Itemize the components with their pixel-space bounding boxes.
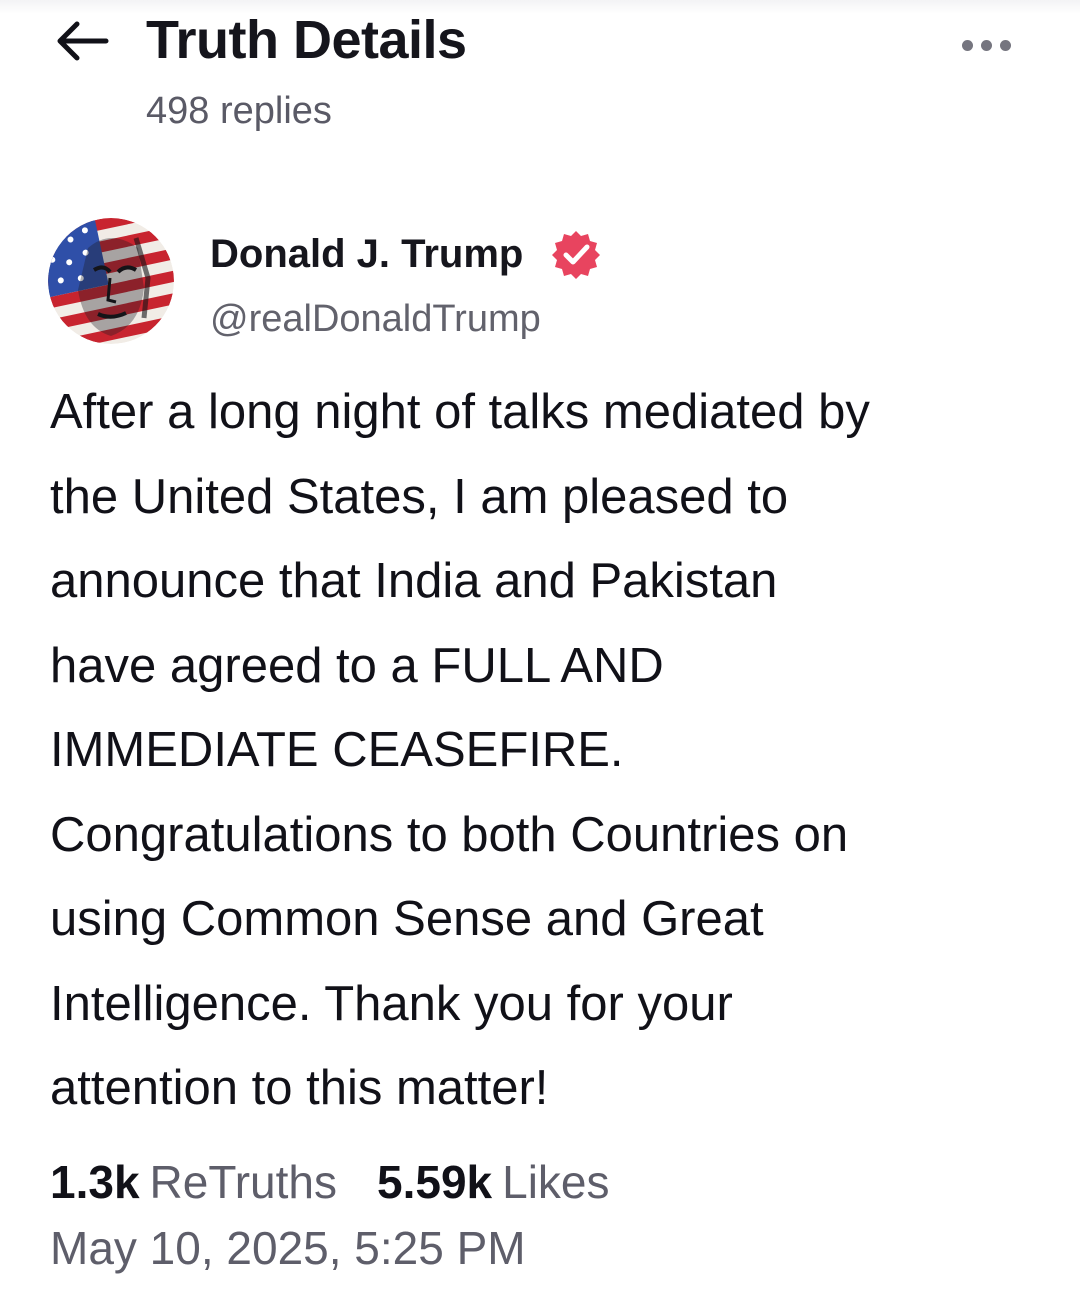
likes-count: 5.59k [377, 1156, 493, 1208]
more-options-button[interactable] [948, 24, 1024, 66]
post-timestamp: May 10, 2025, 5:25 PM [50, 1222, 526, 1274]
post-author: Donald J. Trump @realDonaldTrump [48, 218, 1028, 348]
post-body-line: have agreed to a FULL AND [50, 638, 664, 693]
more-horizontal-icon [961, 39, 973, 51]
retruths-count: 1.3k [50, 1156, 140, 1208]
post-body-line: After a long night of talks mediated by [50, 385, 870, 439]
author-handle[interactable]: @realDonaldTrump [210, 296, 541, 342]
replies-count: 498 replies [146, 90, 332, 132]
header: Truth Details 498 replies [0, 0, 1080, 150]
american-flag-portrait-avatar [48, 218, 174, 344]
more-horizontal-icon-dot [999, 39, 1011, 51]
page-title: Truth Details [146, 10, 467, 70]
back-button[interactable] [50, 14, 116, 68]
post-body-line: attention to this matter! [50, 1061, 549, 1115]
truth-details-screen: Truth Details 498 replies Donald J. Trum… [0, 0, 1080, 1300]
post-body-line: announce that India and Pakistan [50, 554, 778, 608]
likes-label: Likes [502, 1156, 610, 1208]
retruths-label: ReTruths [149, 1156, 337, 1208]
post-stats: 1.3k ReTruths 5.59k Likes [50, 1152, 610, 1212]
avatar[interactable] [48, 218, 174, 344]
likes-stat[interactable]: 5.59k Likes [377, 1152, 610, 1212]
post-body-line: IMMEDIATE CEASEFIRE. [50, 723, 624, 777]
arrow-left-icon [57, 21, 109, 61]
post-body: After a long night of talks mediated by … [50, 370, 1040, 1131]
post-body-line: using Common Sense and Great [50, 892, 764, 946]
post-body-line: the United States, I am pleased to [50, 469, 789, 524]
post-body-line: Intelligence. Thank you for your [50, 976, 733, 1031]
verified-badge-icon [552, 231, 600, 279]
retruths-stat[interactable]: 1.3k ReTruths [50, 1152, 337, 1212]
more-horizontal-icon-dot [980, 39, 992, 51]
post-body-line: Congratulations to both Countries on [50, 807, 849, 862]
author-display-name[interactable]: Donald J. Trump [210, 230, 523, 278]
